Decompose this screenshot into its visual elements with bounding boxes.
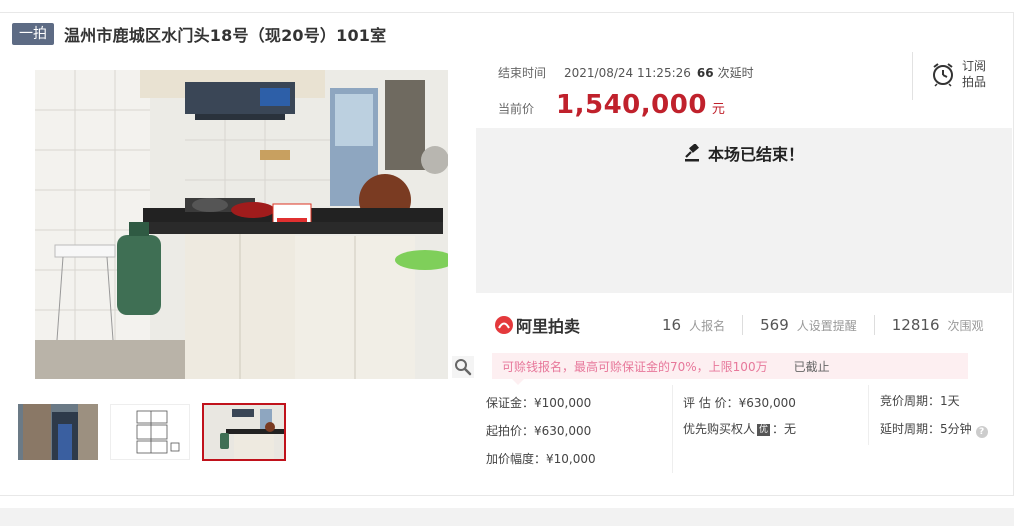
thumbnail-kitchen-photo <box>204 405 284 459</box>
delay-count: 66 <box>696 65 714 80</box>
deposit: 保证金：¥100,000 <box>486 396 592 410</box>
appraisal-price: 评 估 价：¥630,000 <box>683 396 796 410</box>
column-divider <box>672 385 673 473</box>
delay-suffix: 次延时 <box>717 66 754 80</box>
priority-buyer: 优先购买权人优：无 <box>683 420 796 437</box>
priority-buyer-label: 优先购买权人 <box>683 422 756 436</box>
stat-label: 人设置提醒 <box>796 319 857 333</box>
auction-status-box: 本场已结束！ <box>476 128 1012 293</box>
page-bottom-band <box>0 508 1014 526</box>
subscribe-button[interactable]: 订阅拍品 <box>930 58 990 90</box>
auction-type-tag: 一拍 <box>12 23 54 45</box>
stat-views: 12816 次围观 <box>892 316 984 334</box>
current-price-row: 当前价 1,540,000 元 <box>498 90 725 120</box>
stat-label: 次围观 <box>947 319 984 333</box>
bidding-cycle: 竞价周期：1天 <box>880 394 960 408</box>
stat-value: 16 <box>662 316 682 334</box>
thumbnail-2[interactable] <box>110 404 190 460</box>
alipai-logo-icon <box>495 316 513 334</box>
auction-details: 阿里拍卖 16 人报名 569 人设置提醒 12816 次围观 可赊钱报名，最高… <box>476 293 1012 493</box>
stat-value: 12816 <box>891 316 940 334</box>
subscribe-label: 订阅拍品 <box>962 59 987 89</box>
thumbnail-1[interactable] <box>18 404 98 460</box>
end-time-row: 结束时间 2021/08/24 11:25:26 66 次延时 <box>498 64 754 81</box>
main-photo[interactable] <box>35 70 448 379</box>
magnifier-icon <box>455 359 472 376</box>
stat-label: 人报名 <box>689 319 726 333</box>
gavel-icon <box>684 144 699 162</box>
stat-registrations: 16 人报名 <box>662 316 725 334</box>
current-price: 1,540,000 <box>556 90 707 120</box>
credit-notice: 可赊钱报名，最高可赊保证金的70%，上限100万 已截止 <box>492 353 968 379</box>
alipai-logo: 阿里拍卖 <box>494 313 580 337</box>
thumbnail-3-selected[interactable] <box>202 403 286 461</box>
stats-row: 16 人报名 569 人设置提醒 12816 次围观 <box>662 315 984 335</box>
delay-cycle-text: 延时周期：5分钟 <box>880 422 972 436</box>
thumbnail-building-photo <box>18 404 98 460</box>
stat-divider <box>873 315 875 335</box>
delay-cycle: 延时周期：5分钟? <box>880 420 988 438</box>
auction-ended-banner: 本场已结束！ <box>476 141 1012 165</box>
help-icon[interactable]: ? <box>975 426 988 438</box>
current-price-label: 当前价 <box>498 102 535 116</box>
start-price: 起拍价：¥630,000 <box>486 424 592 438</box>
end-time-label: 结束时间 <box>498 66 547 80</box>
alarm-clock-icon <box>933 63 953 87</box>
column-divider <box>868 385 869 445</box>
zoom-button[interactable] <box>452 356 474 378</box>
priority-badge: 优 <box>757 424 771 436</box>
title-row: 一拍 温州市鹿城区水门头18号（现20号）101室 <box>12 22 386 46</box>
thumbnail-floorplan <box>111 405 189 459</box>
priority-buyer-value: ：无 <box>772 422 797 436</box>
stat-reminders: 569 人设置提醒 <box>760 316 857 334</box>
platform-name: 阿里拍卖 <box>516 317 581 336</box>
bid-increment: 加价幅度：¥10,000 <box>486 452 596 466</box>
divider <box>912 52 913 100</box>
credit-notice-status: 已截止 <box>793 359 830 374</box>
notice-pointer <box>512 379 524 385</box>
page-title: 温州市鹿城区水门头18号（现20号）101室 <box>64 26 387 45</box>
auction-status-text: 本场已结束！ <box>707 145 804 164</box>
kitchen-photo <box>35 70 448 379</box>
stat-value: 569 <box>760 316 789 334</box>
end-time-value: 2021/08/24 11:25:26 <box>564 65 691 80</box>
stat-divider <box>742 315 744 335</box>
credit-notice-text: 可赊钱报名，最高可赊保证金的70%，上限100万 <box>502 359 768 374</box>
price-unit: 元 <box>711 102 725 117</box>
